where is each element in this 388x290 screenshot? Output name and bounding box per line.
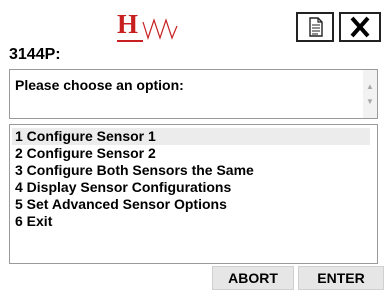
close-button[interactable] [339, 12, 381, 42]
scroll-down-icon[interactable]: ▼ [363, 95, 377, 109]
document-icon [309, 17, 323, 37]
menu-item-configure-sensor-1[interactable]: 1 Configure Sensor 1 [12, 128, 370, 145]
scroll-up-icon[interactable]: ▲ [363, 80, 377, 94]
options-menu: 1 Configure Sensor 1 2 Configure Sensor … [9, 124, 378, 264]
abort-button[interactable]: ABORT [212, 266, 294, 290]
logo-letter: H [117, 9, 139, 39]
prompt-box: Please choose an option: ▲ ▼ [9, 69, 378, 119]
prompt-scrollbar[interactable]: ▲ ▼ [363, 70, 377, 118]
close-icon [350, 16, 370, 38]
enter-button[interactable]: ENTER [298, 266, 384, 290]
hart-logo: H [117, 9, 181, 42]
menu-item-exit[interactable]: 6 Exit [12, 213, 370, 230]
menu-item-configure-sensor-2[interactable]: 2 Configure Sensor 2 [12, 145, 370, 162]
communicator-screen: H 3144P: Please choose an option: ▲ ▼ 1 … [0, 0, 388, 290]
menu-item-display-sensor-configurations[interactable]: 4 Display Sensor Configurations [12, 179, 370, 196]
menu-item-configure-both-sensors[interactable]: 3 Configure Both Sensors the Same [12, 162, 370, 179]
menu-item-advanced-sensor-options[interactable]: 5 Set Advanced Sensor Options [12, 196, 370, 213]
document-button[interactable] [296, 12, 334, 42]
prompt-text: Please choose an option: [15, 77, 184, 93]
device-tag-label: 3144P: [9, 46, 61, 63]
logo-underline [117, 40, 143, 42]
logo-wave-icon [142, 18, 178, 40]
